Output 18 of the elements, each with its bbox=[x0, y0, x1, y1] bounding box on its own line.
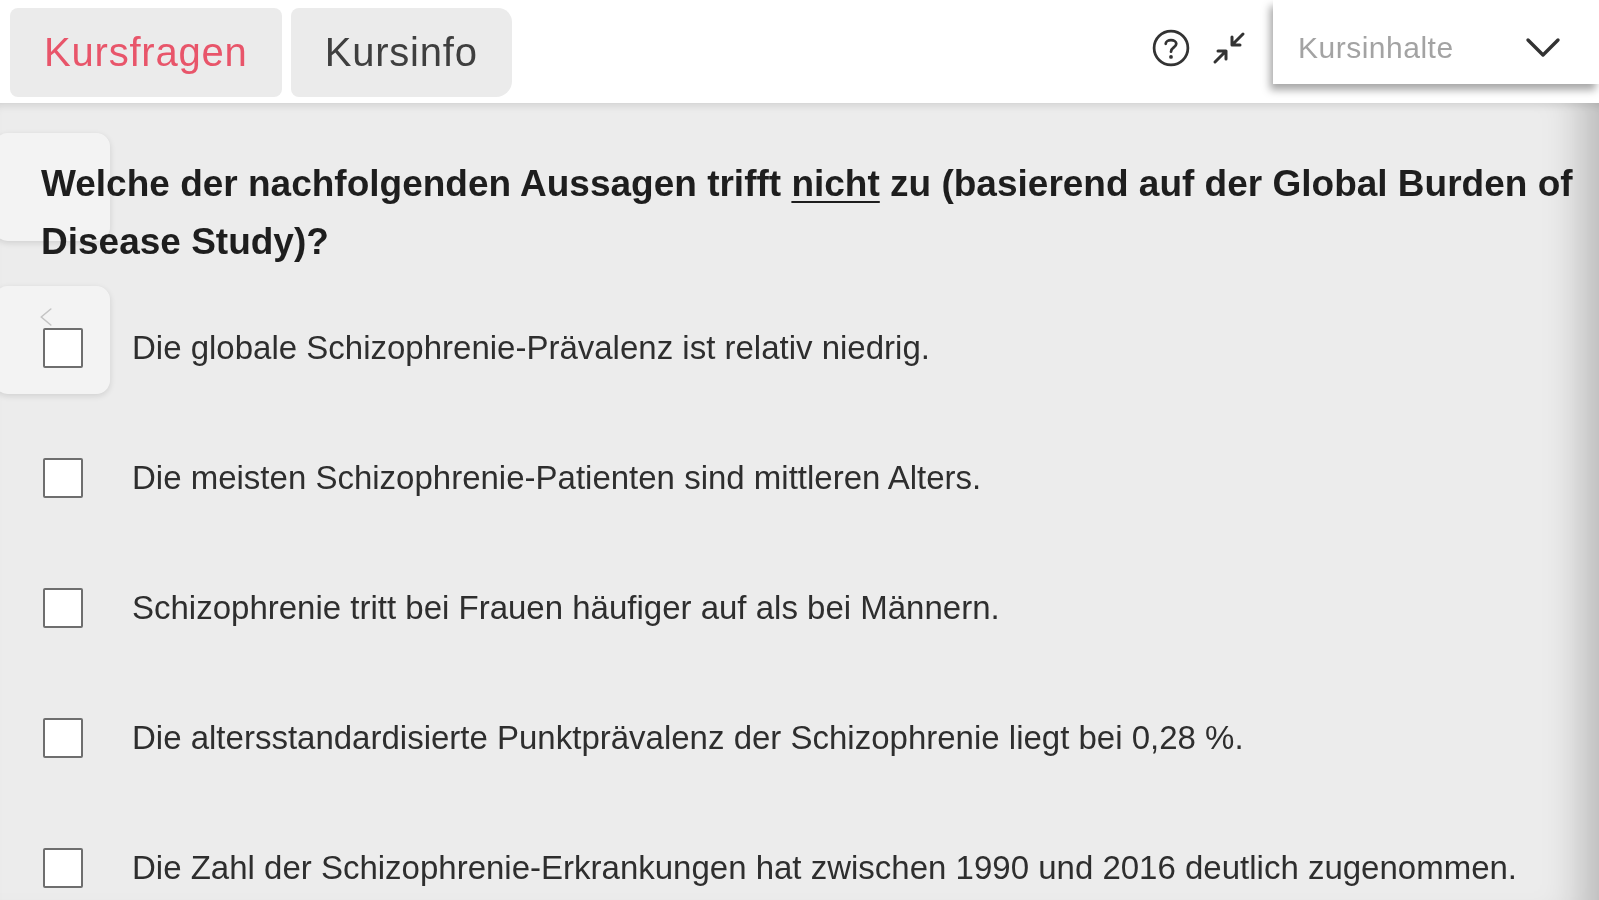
answer-text: Die globale Schizophrenie-Prävalenz ist relativ niedrig. bbox=[132, 329, 930, 367]
chevron-left-icon bbox=[38, 306, 54, 328]
checkbox[interactable] bbox=[43, 328, 83, 368]
checkbox[interactable] bbox=[43, 588, 83, 628]
course-contents-dropdown[interactable]: Kursinhalte bbox=[1273, 0, 1599, 84]
answer-text: Die meisten Schizophrenie-Patienten sind mittleren Alters. bbox=[132, 459, 982, 497]
tab[interactable]: Kursinfo bbox=[290, 8, 512, 97]
tab[interactable]: Kursfragen bbox=[10, 8, 282, 97]
question-text: Welche der nachfolgenden Aussagen trifft nicht zu (basierend auf der Global Burden of Disease Study)? bbox=[41, 162, 1574, 264]
help-icon[interactable] bbox=[1152, 29, 1190, 67]
checkbox[interactable] bbox=[43, 458, 83, 498]
answer-text: Schizophrenie tritt bei Frauen häufiger auf als bei Männern. bbox=[132, 589, 1000, 627]
checkbox[interactable] bbox=[43, 718, 83, 758]
collapse-arrows-icon[interactable] bbox=[1212, 31, 1246, 65]
answer-text: Die altersstandardisierte Punktprävalenz der Schizophrenie liegt bei 0,28 %. bbox=[132, 719, 1244, 757]
checkbox[interactable] bbox=[43, 848, 83, 888]
chevron-down-icon bbox=[1525, 37, 1561, 59]
answer-text: Die Zahl der Schizophrenie-Erkrankungen hat zwischen 1990 und 2016 deutlich zugenommen. bbox=[132, 849, 1518, 887]
